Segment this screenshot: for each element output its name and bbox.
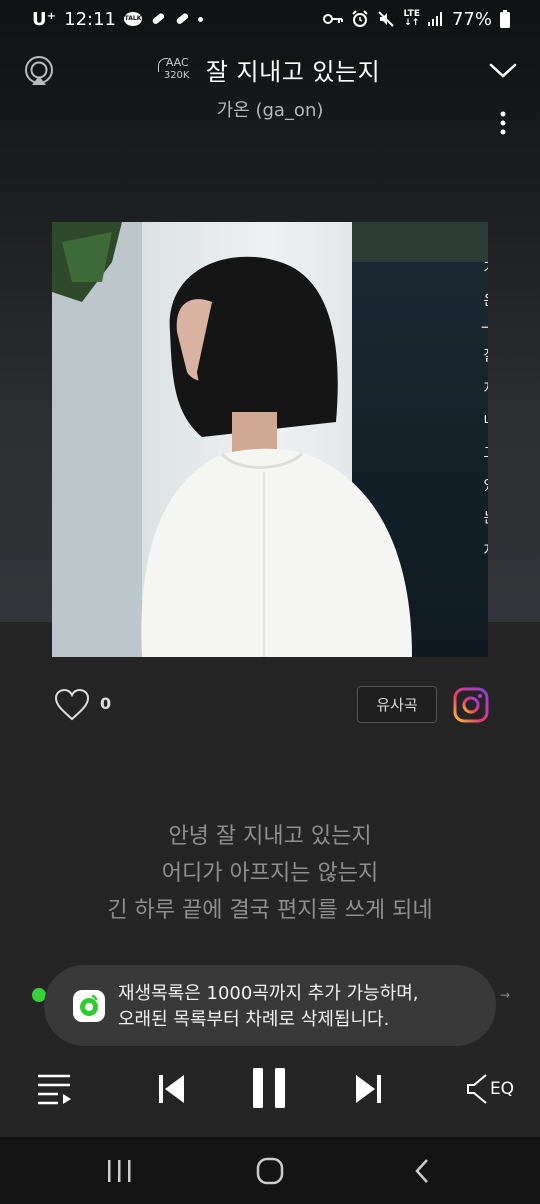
key-icon <box>323 13 344 25</box>
playlist-icon <box>38 1074 71 1105</box>
battery-percent: 77% <box>451 8 492 30</box>
arrow-right-icon: → <box>499 988 510 1002</box>
recent-apps-icon <box>108 1160 131 1182</box>
home-button[interactable] <box>255 1157 285 1185</box>
lyric-line: 어디가 아프지는 않는지 <box>161 861 379 886</box>
similar-songs-button[interactable]: 유사곡 <box>357 686 437 723</box>
album-art[interactable]: 가 온 | 잘 지 내 고 있 는 지 <box>52 222 488 657</box>
home-icon <box>256 1157 284 1185</box>
recent-apps-button[interactable] <box>104 1157 134 1185</box>
more-options-button[interactable] <box>495 110 511 136</box>
instagram-icon <box>453 687 489 723</box>
lyrics-panel[interactable]: 안녕 잘 지내고 있는지 어디가 아프지는 않는지 긴 하루 끝에 결국 편지를… <box>0 818 540 929</box>
artist-name[interactable]: 가온 (ga_on) <box>0 96 540 122</box>
mute-icon <box>377 10 395 28</box>
playlist-limit-toast: 재생목록은 1000곡까지 추가 가능하며, 오래된 목록부터 차례로 삭제됩니… <box>44 965 496 1046</box>
toast-message: 재생목록은 1000곡까지 추가 가능하며, 오래된 목록부터 차례로 삭제됩니… <box>118 981 488 1033</box>
next-button[interactable] <box>354 1072 384 1106</box>
audio-quality-badge: AAC 320K <box>157 55 196 84</box>
collapse-player-button[interactable] <box>488 56 518 86</box>
lte-arrows: ↓↑ <box>404 18 420 28</box>
talk-badge-text: TALK <box>124 15 142 22</box>
album-cover-text: 가 온 | 잘 지 내 고 있 는 지 <box>481 260 488 564</box>
system-nav-bar <box>0 1137 540 1204</box>
like-button[interactable] <box>54 688 90 722</box>
pause-icon <box>253 1068 285 1108</box>
like-count: 0 <box>100 694 112 713</box>
carrier-label: U⁺ <box>32 8 57 30</box>
previous-button[interactable] <box>156 1072 186 1106</box>
pill-icon-2 <box>174 11 190 27</box>
pause-button[interactable] <box>250 1066 288 1110</box>
pill-icon <box>150 11 166 27</box>
eq-label: EQ <box>489 1079 515 1099</box>
toast-line-1: 재생목록은 1000곡까지 추가 가능하며, <box>118 983 419 1004</box>
melon-app-icon <box>73 990 105 1022</box>
battery-icon <box>500 10 510 28</box>
kakaotalk-icon: TALK <box>124 12 142 26</box>
lyric-line: 안녕 잘 지내고 있는지 <box>168 824 372 849</box>
player-controls: EQ <box>0 1062 540 1118</box>
back-button[interactable] <box>408 1157 438 1185</box>
chevron-down-icon <box>489 63 517 78</box>
eq-button[interactable]: EQ <box>464 1072 516 1106</box>
instagram-share-button[interactable] <box>453 687 489 723</box>
clock: 12:11 <box>64 8 116 30</box>
quality-bitrate: 320K <box>163 69 190 81</box>
eq-speaker-icon <box>466 1074 487 1104</box>
status-bar: U⁺ 12:11 TALK LTE ↓↑ 77% <box>0 0 540 38</box>
playlist-button[interactable] <box>36 1072 74 1106</box>
back-icon <box>415 1159 428 1183</box>
action-row: 0 유사곡 <box>0 686 540 726</box>
heart-icon <box>54 688 90 721</box>
notification-dot <box>198 16 203 22</box>
toast-line-2: 오래된 목록부터 차례로 삭제됩니다. <box>118 1009 390 1030</box>
lte-icon: LTE ↓↑ <box>403 10 420 28</box>
album-photo <box>52 222 488 657</box>
lyric-line: 긴 하루 끝에 결국 편지를 쓰게 되네 <box>107 898 433 923</box>
previous-icon <box>159 1075 184 1103</box>
alarm-icon <box>351 10 369 28</box>
player-header: AAC 320K 잘 지내고 있는지 가온 (ga_on) <box>0 44 540 144</box>
quality-codec: AAC <box>165 55 189 69</box>
next-icon <box>356 1075 381 1103</box>
more-vert-icon <box>500 111 506 135</box>
signal-icon <box>427 12 444 26</box>
song-title[interactable]: 잘 지내고 있는지 <box>206 52 380 87</box>
similar-songs-label: 유사곡 <box>376 696 418 714</box>
